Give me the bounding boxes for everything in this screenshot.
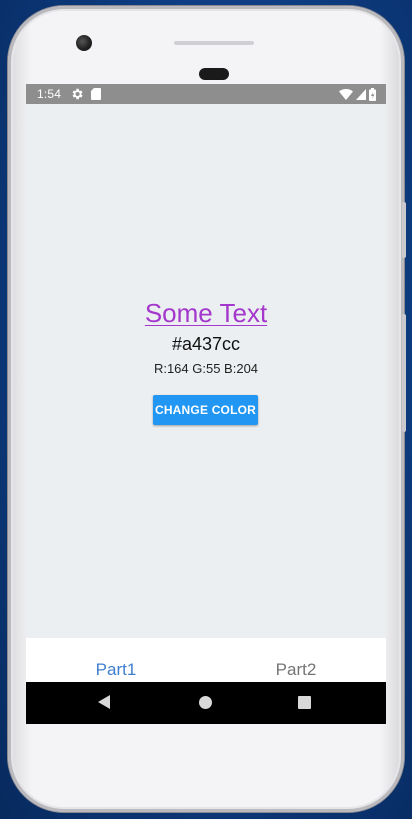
earpiece-slit — [174, 41, 254, 45]
status-right-icons — [339, 87, 376, 101]
wifi-icon — [339, 88, 353, 100]
recents-icon[interactable] — [298, 696, 311, 709]
navigation-bar — [26, 682, 386, 724]
tab-part2[interactable]: Part2 — [206, 638, 386, 682]
rgb-value: R:164 G:55 B:204 — [153, 361, 259, 376]
gear-icon — [72, 88, 83, 100]
sample-text: Some Text — [144, 298, 268, 328]
home-icon[interactable] — [199, 696, 212, 709]
volume-button — [402, 314, 406, 432]
front-camera — [76, 35, 92, 51]
hex-value: #a437cc — [171, 334, 241, 354]
tab-part1[interactable]: Part1 — [26, 638, 206, 682]
status-bar: 1:54 — [26, 84, 386, 104]
back-icon[interactable] — [98, 695, 110, 709]
main-content: Some Text #a437cc R:164 G:55 B:204 CHANG… — [26, 104, 386, 638]
sd-card-icon — [91, 88, 101, 100]
status-time: 1:54 — [37, 87, 62, 101]
power-button — [402, 202, 406, 258]
change-color-button[interactable]: CHANGE COLOR — [153, 395, 258, 425]
device-screen: 1:54 Some Text #a437cc R:164 G:55 B:204 … — [26, 84, 386, 724]
speaker-grille — [199, 68, 229, 80]
tab-bar: Part1 Part2 — [26, 638, 386, 682]
battery-icon — [369, 87, 376, 101]
signal-icon — [356, 88, 366, 100]
